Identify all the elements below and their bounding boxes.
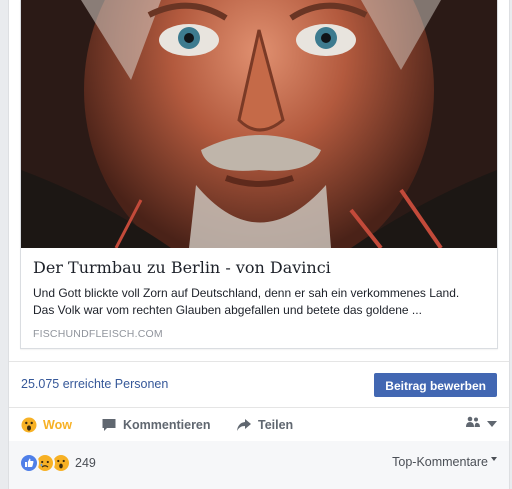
portrait-illustration	[21, 0, 497, 248]
friends-icon	[465, 416, 481, 431]
share-button[interactable]: Teilen	[236, 416, 293, 434]
post-card: Der Turmbau zu Berlin - von Davinci Und …	[8, 0, 510, 489]
divider	[9, 361, 509, 362]
sort-label: Top-Kommentare	[392, 455, 488, 469]
like-icon	[19, 453, 39, 473]
wow-icon	[21, 417, 37, 433]
link-text-block: Der Turmbau zu Berlin - von Davinci Und …	[33, 256, 485, 340]
reach-link[interactable]: 25.075 erreichte Personen	[21, 376, 168, 392]
audience-selector[interactable]	[465, 416, 497, 431]
link-domain: FISCHUNDFLEISCH.COM	[33, 328, 163, 340]
reaction-count: 249	[75, 456, 96, 470]
chevron-down-icon	[487, 420, 497, 427]
link-description-line: Das Volk war vom rechten Glauben abgefal…	[33, 303, 422, 317]
wow-reaction-button[interactable]: Wow	[21, 416, 72, 434]
link-preview-card[interactable]: Der Turmbau zu Berlin - von Davinci Und …	[20, 0, 498, 349]
comment-icon	[101, 417, 117, 433]
action-bar: Wow Kommentieren Teilen	[9, 408, 509, 440]
link-description-line: Und Gott blickte voll Zorn auf Deutschla…	[33, 286, 460, 300]
share-label: Teilen	[258, 418, 294, 432]
link-title[interactable]: Der Turmbau zu Berlin - von Davinci	[33, 256, 485, 280]
portrait-image[interactable]	[21, 0, 497, 248]
wow-label: Wow	[43, 418, 72, 432]
reactions-summary: 249 Top-Kommentare	[9, 441, 509, 489]
comment-sort-dropdown[interactable]: Top-Kommentare	[392, 455, 497, 469]
promote-button[interactable]: Beitrag bewerben	[374, 373, 497, 397]
share-icon	[236, 417, 252, 433]
comment-label: Kommentieren	[123, 418, 211, 432]
link-description: Und Gott blickte voll Zorn auf Deutschla…	[33, 285, 485, 319]
reaction-count-link[interactable]: 249	[19, 453, 96, 473]
chevron-down-icon	[491, 457, 497, 461]
comment-button[interactable]: Kommentieren	[101, 416, 211, 434]
